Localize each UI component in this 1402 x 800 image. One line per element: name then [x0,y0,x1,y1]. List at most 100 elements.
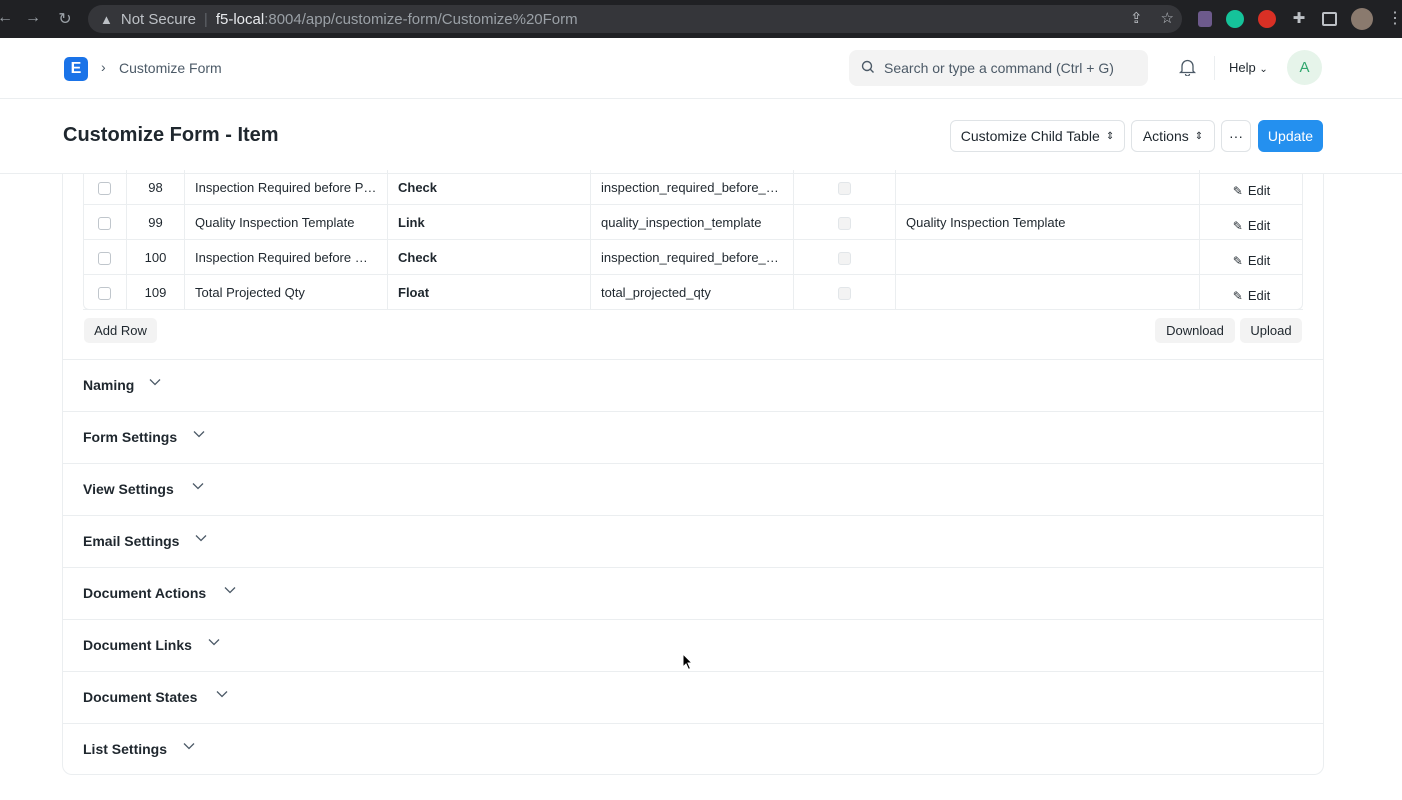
cell-label[interactable]: Total Projected Qty [185,275,388,310]
cell-type[interactable]: Check [388,240,591,275]
row-select-cell [83,170,127,205]
search-input[interactable]: Search or type a command (Ctrl + G) [849,50,1148,86]
cell-type[interactable]: Check [388,170,591,205]
browser-menu-icon[interactable]: ⋮ [1387,10,1402,28]
table-row[interactable]: 109 Total Projected Qty Float total_project… [83,275,1303,310]
edit-label: Edit [1247,253,1271,268]
mandatory-checkbox [838,217,851,231]
section-document-actions[interactable]: Document Actions [63,567,1323,619]
cell-label[interactable]: Inspection Required before De... [185,240,388,275]
row-checkbox[interactable] [98,182,111,196]
cell-fieldname[interactable]: quality_inspection_template [591,205,794,240]
chevron-down-icon: ⌄ [1259,64,1268,75]
pencil-icon: ✎ [1232,289,1243,303]
cell-idx: 100 [127,240,185,275]
profile-avatar-icon[interactable] [1351,8,1373,30]
cell-label[interactable]: Quality Inspection Template [185,205,388,240]
sort-icon: ⇕ [1105,130,1115,142]
section-title: List Settings [83,741,168,757]
bookmark-star-icon[interactable]: ☆ [1161,9,1174,27]
button-label: Customize Child Table [960,128,1100,144]
cell-fieldname[interactable]: inspection_required_before_p... [591,170,794,205]
cell-idx: 99 [127,205,185,240]
cell-fieldname[interactable]: inspection_required_before_d... [591,240,794,275]
forward-icon[interactable]: → [18,9,48,27]
mandatory-cell [794,240,896,275]
chevron-down-icon [195,531,207,545]
section-title: Form Settings [83,429,178,445]
table-row[interactable]: 100 Inspection Required before De... Check… [83,240,1303,275]
section-title: Email Settings [83,533,180,549]
row-select-cell [83,275,127,310]
table-row[interactable]: 98 Inspection Required before Pu... Check i… [83,170,1303,205]
section-document-states[interactable]: Document States [63,671,1323,723]
puzzle-icon[interactable]: ✚ [1290,10,1308,28]
edit-row-button[interactable]: ✎ Edit [1200,170,1303,205]
mandatory-cell [794,170,896,205]
row-checkbox[interactable] [98,287,111,301]
cell-fieldname[interactable]: total_projected_qty [591,275,794,310]
breadcrumb[interactable]: Customize Form [119,60,222,76]
cell-options[interactable] [896,275,1200,310]
section-title: View Settings [83,481,174,497]
section-email-settings[interactable]: Email Settings [63,515,1323,567]
search-icon [861,60,875,77]
not-secure-label: Not Secure [120,10,196,28]
cell-label[interactable]: Inspection Required before Pu... [185,170,388,205]
actions-button[interactable]: Actions ⇕ [1131,120,1215,152]
mandatory-checkbox [838,252,851,266]
share-icon[interactable]: ⇪ [1130,9,1143,27]
notification-bell-icon[interactable] [1178,58,1197,81]
row-checkbox[interactable] [98,252,111,266]
table-row[interactable]: 99 Quality Inspection Template Link quality… [83,205,1303,240]
add-row-button[interactable]: Add Row [84,318,157,343]
mandatory-checkbox [838,182,851,196]
url-path: :8004/app/customize-form/Customize%20For… [264,10,578,28]
section-view-settings[interactable]: View Settings [63,463,1323,515]
app-logo-icon[interactable]: E [64,57,88,81]
section-title: Document Links [83,637,192,653]
edit-row-button[interactable]: ✎ Edit [1200,275,1303,310]
chevron-down-icon [192,479,204,493]
cell-type[interactable]: Float [388,275,591,310]
grammarly-icon[interactable] [1226,10,1244,28]
section-title: Naming [83,377,135,393]
search-placeholder: Search or type a command (Ctrl + G) [884,60,1114,76]
sort-icon: ⇕ [1194,130,1204,142]
cell-idx: 98 [127,170,185,205]
update-button[interactable]: Update [1258,120,1323,152]
download-button[interactable]: Download [1155,318,1235,343]
edit-row-button[interactable]: ✎ Edit [1200,205,1303,240]
extension-icon[interactable] [1198,11,1212,27]
row-checkbox[interactable] [98,217,111,231]
section-list-settings[interactable]: List Settings [63,723,1323,775]
browser-toolbar: ← → ↻ ▲ Not Secure | f5-local :8004/app/… [0,0,1402,38]
chevron-right-icon: › [101,59,106,75]
reload-icon[interactable]: ↻ [50,9,80,29]
url-host: f5-local [215,10,265,28]
back-icon[interactable]: ← [0,9,20,27]
extension-red-icon[interactable] [1258,10,1276,28]
customize-child-table-button[interactable]: Customize Child Table ⇕ [950,120,1125,152]
cell-options[interactable] [896,240,1200,275]
more-button[interactable]: ··· [1221,120,1251,152]
row-select-cell [83,240,127,275]
edit-row-button[interactable]: ✎ Edit [1200,240,1303,275]
address-bar[interactable]: ▲ Not Secure | f5-local :8004/app/custom… [88,5,1182,33]
help-dropdown[interactable]: Help ⌄ [1229,60,1268,75]
section-title: Document States [83,689,198,705]
cell-idx: 109 [127,275,185,310]
chevron-down-icon [149,375,161,389]
section-naming[interactable]: Naming [63,359,1323,411]
cell-options[interactable] [896,170,1200,205]
upload-button[interactable]: Upload [1240,318,1302,343]
chevron-down-icon [208,635,220,649]
avatar[interactable]: A [1287,50,1322,85]
side-panel-icon[interactable] [1322,12,1337,26]
edit-label: Edit [1247,183,1271,198]
section-form-settings[interactable]: Form Settings [63,411,1323,463]
cell-options[interactable]: Quality Inspection Template [896,205,1200,240]
warning-icon: ▲ [100,11,113,27]
mandatory-cell [794,275,896,310]
cell-type[interactable]: Link [388,205,591,240]
